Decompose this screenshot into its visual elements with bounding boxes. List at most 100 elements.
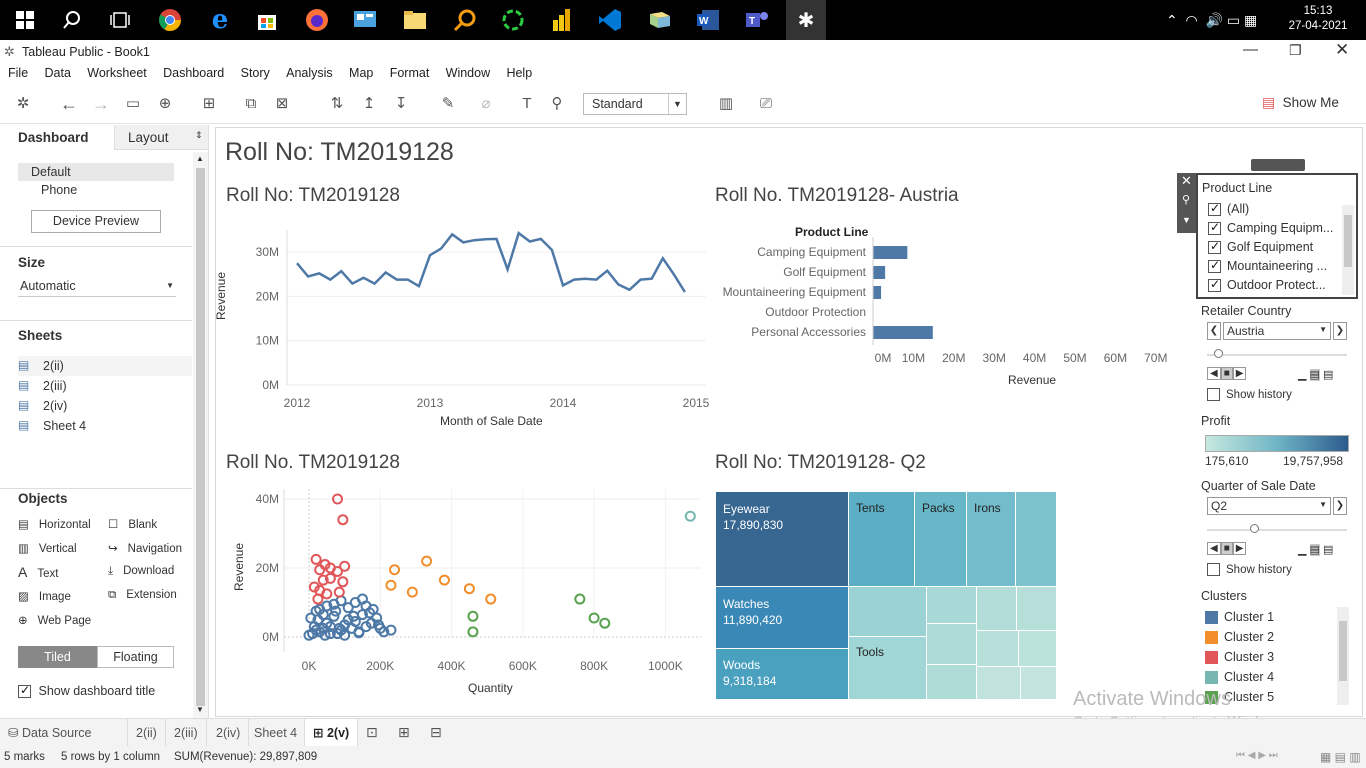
drag-handle[interactable] xyxy=(1251,159,1305,171)
taskbar-clock[interactable]: 15:13 27-04-2021 xyxy=(1288,4,1348,34)
object-navigation[interactable]: ↪ Navigation xyxy=(108,541,182,555)
treemap-cell[interactable] xyxy=(977,631,1019,667)
treemap-cell[interactable] xyxy=(1016,492,1056,587)
save-icon[interactable]: ▭ xyxy=(123,94,143,114)
tab-sheet[interactable]: Sheet 4 xyxy=(246,719,307,747)
tab-active-dashboard[interactable]: ⊞ 2(v) xyxy=(304,719,359,747)
back-arrow-icon[interactable]: ← xyxy=(59,94,79,114)
edge-icon[interactable]: e xyxy=(205,5,235,35)
new-worksheet-icon[interactable]: ⊞ xyxy=(199,94,219,114)
next-icon[interactable]: ❯ xyxy=(1333,322,1347,340)
file-explorer-icon[interactable] xyxy=(400,5,430,35)
filter-item[interactable]: (All) xyxy=(1208,201,1249,217)
slider-handle[interactable] xyxy=(1214,349,1223,358)
stop-icon[interactable]: ■ xyxy=(1220,542,1233,555)
highlight-icon[interactable]: ✎ xyxy=(438,94,458,114)
tray-icons[interactable]: ⌃ ◠ 🔊 ▭ ▦ xyxy=(1166,12,1266,29)
treemap-cell[interactable] xyxy=(849,587,927,637)
view-icons[interactable]: ▦ ▤ ▥ xyxy=(1320,750,1361,764)
sheet-item[interactable]: ▤ 2(iv) xyxy=(18,396,192,416)
device-preview-button[interactable]: Device Preview xyxy=(31,210,161,233)
step-back-icon[interactable]: ◀ xyxy=(1207,367,1221,380)
control-panel-icon[interactable] xyxy=(350,5,380,35)
quarter-select[interactable]: Q2 ▼ xyxy=(1207,497,1331,515)
search-app-icon[interactable] xyxy=(450,5,480,35)
menu-help[interactable]: Help xyxy=(506,66,532,80)
new-worksheet-icon[interactable]: ⊡ xyxy=(366,724,378,741)
slider-track[interactable] xyxy=(1207,529,1347,531)
legend-item[interactable]: Cluster 2 xyxy=(1205,630,1274,645)
scatter-chart[interactable]: 40M 20M 0M 0K 200K 400K 600K 800K 1000K xyxy=(221,485,711,675)
treemap-cell-tents[interactable]: Tents xyxy=(849,492,915,587)
chrome-icon[interactable] xyxy=(155,5,185,35)
tab-data-source[interactable]: ⛁ Data Source xyxy=(0,719,128,747)
menu-file[interactable]: File xyxy=(8,66,28,80)
speed-slow-icon[interactable]: ▁ xyxy=(1298,369,1306,381)
chevron-down-icon[interactable]: ▼ xyxy=(1182,215,1191,225)
device-default[interactable]: Default xyxy=(18,163,174,181)
treemap-cell-watches[interactable]: Watches 11,890,420 xyxy=(716,587,849,649)
firefox-icon[interactable] xyxy=(302,5,332,35)
tableau-home-icon[interactable]: ✲ xyxy=(13,94,33,114)
legend-item[interactable]: Cluster 3 xyxy=(1205,650,1274,665)
step-forward-icon[interactable]: ▶ xyxy=(1232,367,1247,380)
object-horizontal[interactable]: ▤ Horizontal xyxy=(18,517,91,531)
show-cards-icon[interactable]: ▥ xyxy=(716,94,736,114)
slider-handle[interactable] xyxy=(1250,524,1259,533)
show-me-button[interactable]: ▤ Show Me xyxy=(1262,94,1339,114)
treemap-cell[interactable] xyxy=(977,587,1017,631)
filter-item[interactable]: Mountaineering ... xyxy=(1208,258,1327,274)
store-icon[interactable] xyxy=(252,5,282,35)
sheet-item[interactable]: ▤ 2(iii) xyxy=(18,376,192,396)
scroll-thumb[interactable] xyxy=(1344,215,1352,267)
menu-map[interactable]: Map xyxy=(349,66,373,80)
object-webpage[interactable]: ⊕ Web Page xyxy=(18,613,91,627)
object-vertical[interactable]: ▥ Vertical xyxy=(18,541,77,555)
device-phone[interactable]: Phone xyxy=(41,183,77,197)
floating-button[interactable]: Floating xyxy=(97,646,174,668)
close-icon[interactable]: ✕ xyxy=(1335,40,1349,60)
stop-icon[interactable]: ■ xyxy=(1220,367,1233,380)
tab-sheet[interactable]: 2(iii) xyxy=(166,719,207,747)
treemap-cell-irons[interactable]: Irons xyxy=(967,492,1016,587)
new-datasource-icon[interactable]: ⊕ xyxy=(155,94,175,114)
minimize-icon[interactable]: — xyxy=(1243,41,1258,58)
show-title-checkbox[interactable]: Show dashboard title xyxy=(18,683,155,699)
menu-format[interactable]: Format xyxy=(390,66,430,80)
menu-analysis[interactable]: Analysis xyxy=(286,66,333,80)
prev-icon[interactable]: ❮ xyxy=(1207,322,1221,340)
treemap-cell-packs[interactable]: Packs xyxy=(915,492,967,587)
swap-icon[interactable]: ⇅ xyxy=(327,94,347,114)
treemap[interactable]: Eyewear 17,890,830 Watches 11,890,420 Wood… xyxy=(716,492,1056,699)
treemap-cell[interactable] xyxy=(1017,587,1056,631)
filter-item[interactable]: Camping Equipm... xyxy=(1208,220,1333,236)
tab-dashboard[interactable]: Dashboard xyxy=(0,125,114,152)
speed-fast-icon[interactable]: ▤ xyxy=(1323,369,1333,381)
treemap-cell[interactable] xyxy=(927,587,977,624)
new-story-icon[interactable]: ⊟ xyxy=(430,724,442,741)
treemap-cell[interactable] xyxy=(1021,667,1056,699)
object-blank[interactable]: ☐ Blank xyxy=(108,517,157,531)
pin-icon[interactable]: ⚲ xyxy=(1182,193,1190,206)
sync-app-icon[interactable] xyxy=(498,5,528,35)
treemap-cell[interactable] xyxy=(1019,631,1056,667)
clear-sheet-icon[interactable]: ⊠ xyxy=(272,94,292,114)
object-image[interactable]: ▨ Image xyxy=(18,589,71,603)
object-extension[interactable]: ⧉ Extension xyxy=(108,589,177,602)
teams-icon[interactable]: T xyxy=(742,5,772,35)
speed-slow-icon[interactable]: ▁ xyxy=(1298,544,1306,556)
filter-item[interactable]: Outdoor Protect... xyxy=(1208,277,1326,293)
treemap-cell[interactable] xyxy=(927,665,977,699)
treemap-cell-tools[interactable]: Tools xyxy=(849,637,927,699)
power-bi-icon[interactable] xyxy=(547,5,577,35)
windows-start-icon[interactable] xyxy=(10,5,40,35)
speed-fast-icon[interactable]: ▤ xyxy=(1323,544,1333,556)
menu-worksheet[interactable]: Worksheet xyxy=(87,66,147,80)
search-icon[interactable] xyxy=(57,5,87,35)
size-select[interactable]: Automatic ▼ xyxy=(18,277,176,297)
show-history-checkbox[interactable]: Show history xyxy=(1207,388,1292,401)
menu-data[interactable]: Data xyxy=(45,66,71,80)
tiled-button[interactable]: Tiled xyxy=(18,646,97,668)
menu-dashboard[interactable]: Dashboard xyxy=(163,66,224,80)
group-icon[interactable]: ⌀ xyxy=(476,94,496,114)
